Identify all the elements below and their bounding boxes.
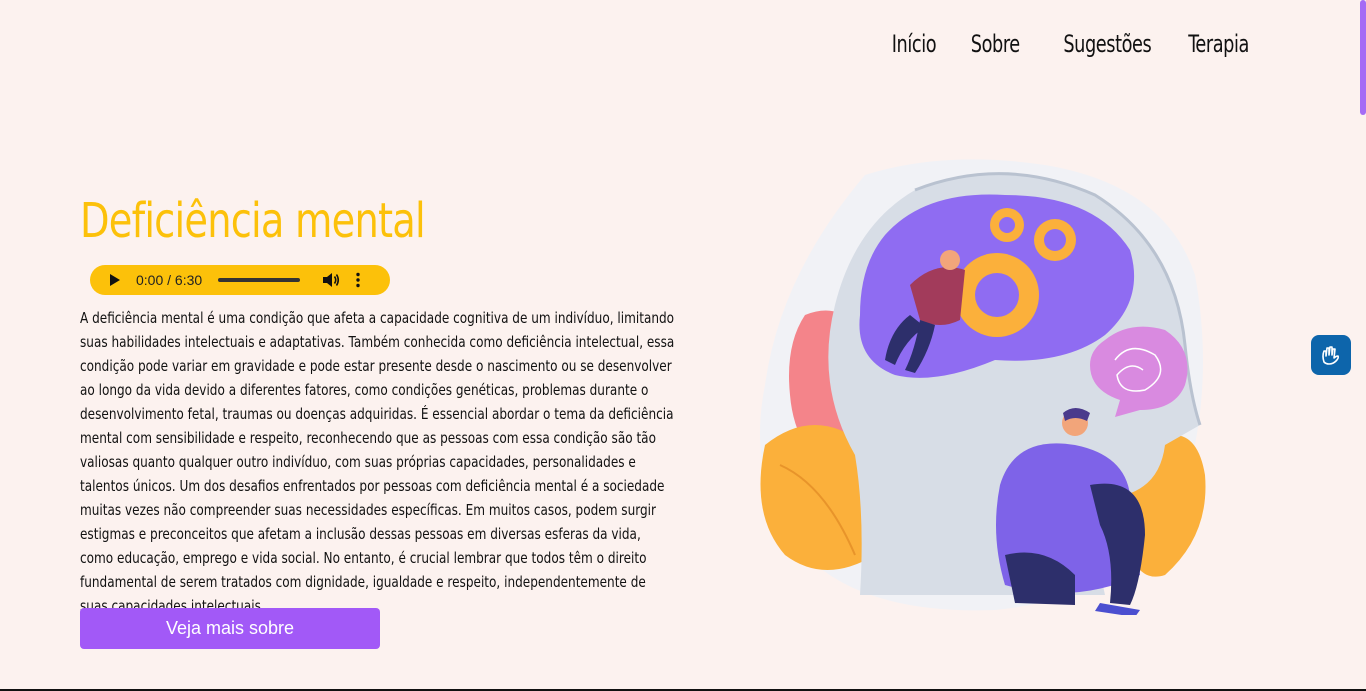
nav-link-sobre[interactable]: Sobre	[971, 30, 1020, 58]
nav-link-inicio[interactable]: Início	[892, 30, 937, 58]
main-nav: Início Sobre Sugestões Terapia	[882, 30, 1250, 58]
audio-player: 0:00 / 6:30	[90, 265, 390, 295]
see-more-button[interactable]: Veja mais sobre	[80, 608, 380, 649]
nav-link-sugestoes[interactable]: Sugestões	[1063, 30, 1151, 58]
accessibility-widget-button[interactable]	[1311, 335, 1351, 375]
play-icon[interactable]	[110, 274, 120, 286]
nav-link-terapia[interactable]: Terapia	[1188, 30, 1249, 58]
description-text: A deficiência mental é uma condição que …	[80, 309, 675, 615]
page-title: Deficiência mental	[80, 193, 426, 249]
audio-time: 0:00 / 6:30	[136, 272, 203, 288]
more-vert-icon[interactable]	[356, 272, 360, 288]
volume-icon[interactable]	[322, 272, 340, 288]
sign-language-hands-icon	[1322, 346, 1340, 365]
scrollbar[interactable]	[1360, 0, 1366, 691]
scrollbar-thumb[interactable]	[1360, 0, 1366, 115]
page: Início Sobre Sugestões Terapia Deficiênc…	[0, 0, 1366, 691]
audio-seek-bar[interactable]	[218, 278, 301, 282]
mental-health-illustration	[760, 159, 1206, 615]
